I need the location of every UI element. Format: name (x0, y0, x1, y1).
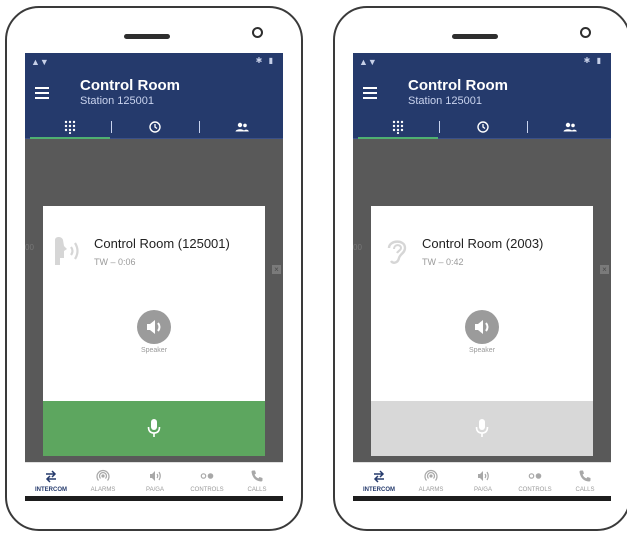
wifi-battery-status: ✱ ▮ (583, 56, 603, 65)
close-icon[interactable]: × (272, 265, 281, 274)
signal-status: ▲▼ (31, 57, 49, 67)
speaker-label: Speaker (140, 347, 168, 354)
earpiece-speaker (124, 34, 170, 39)
caller-name: Control Room (125001) (94, 236, 230, 251)
dialpad-icon (64, 120, 76, 134)
phone-left: ▲▼ ✱ ▮ Control Room Station 125001 00 × … (5, 6, 303, 531)
contacts-icon (563, 122, 577, 132)
call-timer: TW – 0:42 (422, 257, 464, 267)
alarm-icon (424, 469, 438, 481)
nav-label: INTERCOM (35, 487, 67, 493)
caller-name: Control Room (2003) (422, 236, 544, 251)
system-nav-strip (25, 496, 283, 501)
volume-icon (150, 471, 161, 481)
toggle-icon (200, 473, 214, 479)
tab-contacts[interactable] (200, 115, 283, 139)
microphone-icon (475, 419, 489, 437)
toggle-icon (528, 473, 542, 479)
nav-label: ALARMS (90, 487, 116, 493)
tab-history[interactable] (112, 115, 198, 139)
front-camera (580, 27, 591, 38)
speaker-button[interactable] (137, 310, 171, 344)
nav-label: CALLS (575, 487, 595, 493)
tab-bar (353, 115, 611, 139)
front-camera (252, 27, 263, 38)
bottom-navigation: INTERCOM ALARMS PA/GA CONTROLS CALLS (353, 462, 611, 501)
background-text: 00 (353, 243, 362, 252)
active-tab-indicator (30, 137, 110, 139)
phone-icon (579, 470, 591, 482)
tab-contacts[interactable] (528, 115, 611, 139)
nav-label: PA/GA (146, 487, 164, 493)
push-to-talk-button[interactable] (371, 401, 593, 456)
system-nav-strip (353, 496, 611, 501)
page-title: Control Room (80, 77, 180, 94)
speaker-label: Speaker (468, 347, 496, 354)
tab-bar (25, 115, 283, 139)
contacts-icon (235, 122, 249, 132)
dialpad-icon (392, 120, 404, 134)
menu-icon[interactable] (35, 87, 49, 99)
tab-history[interactable] (440, 115, 526, 139)
microphone-icon (147, 419, 161, 437)
station-subtitle: Station 125001 (408, 95, 483, 107)
nav-label: PA/GA (474, 487, 492, 493)
app-bar: ▲▼ ✱ ▮ Control Room Station 125001 (353, 53, 611, 139)
nav-label: CONTROLS (518, 487, 552, 493)
close-icon[interactable]: × (600, 265, 609, 274)
wifi-battery-status: ✱ ▮ (255, 56, 275, 65)
speaker-button[interactable] (465, 310, 499, 344)
nav-label: ALARMS (418, 487, 444, 493)
station-subtitle: Station 125001 (80, 95, 155, 107)
call-timer: TW – 0:06 (94, 257, 136, 267)
nav-label: CALLS (247, 487, 267, 493)
call-dialog: Control Room (125001) TW – 0:06 Speaker (43, 206, 265, 456)
app-screen: ▲▼ ✱ ▮ Control Room Station 125001 00 × … (25, 53, 283, 501)
alarm-icon (96, 469, 110, 481)
tab-dialpad[interactable] (358, 115, 438, 139)
ear-icon (387, 240, 407, 264)
nav-label: INTERCOM (363, 487, 395, 493)
background-text: 00 (25, 243, 34, 252)
active-tab-indicator (358, 137, 438, 139)
speaker-volume-icon (147, 320, 161, 334)
push-to-talk-button[interactable] (43, 401, 265, 456)
page-title: Control Room (408, 77, 508, 94)
app-bar: ▲▼ ✱ ▮ Control Room Station 125001 (25, 53, 283, 139)
swap-arrows-icon (373, 470, 385, 483)
nav-label: CONTROLS (190, 487, 224, 493)
swap-arrows-icon (45, 470, 57, 483)
clock-icon (149, 121, 161, 133)
tab-dialpad[interactable] (30, 115, 110, 139)
menu-icon[interactable] (363, 87, 377, 99)
call-dialog: Control Room (2003) TW – 0:42 Speaker (371, 206, 593, 456)
volume-icon (478, 471, 489, 481)
app-screen: ▲▼ ✱ ▮ Control Room Station 125001 00 × … (353, 53, 611, 501)
signal-status: ▲▼ (359, 57, 377, 67)
earpiece-speaker (452, 34, 498, 39)
bottom-navigation: INTERCOM ALARMS PA/GA CONTROLS CALLS (25, 462, 283, 501)
phone-right: ▲▼ ✱ ▮ Control Room Station 125001 00 × … (333, 6, 627, 531)
talking-head-icon (55, 237, 79, 265)
phone-icon (251, 470, 263, 482)
speaker-volume-icon (475, 320, 489, 334)
clock-icon (477, 121, 489, 133)
